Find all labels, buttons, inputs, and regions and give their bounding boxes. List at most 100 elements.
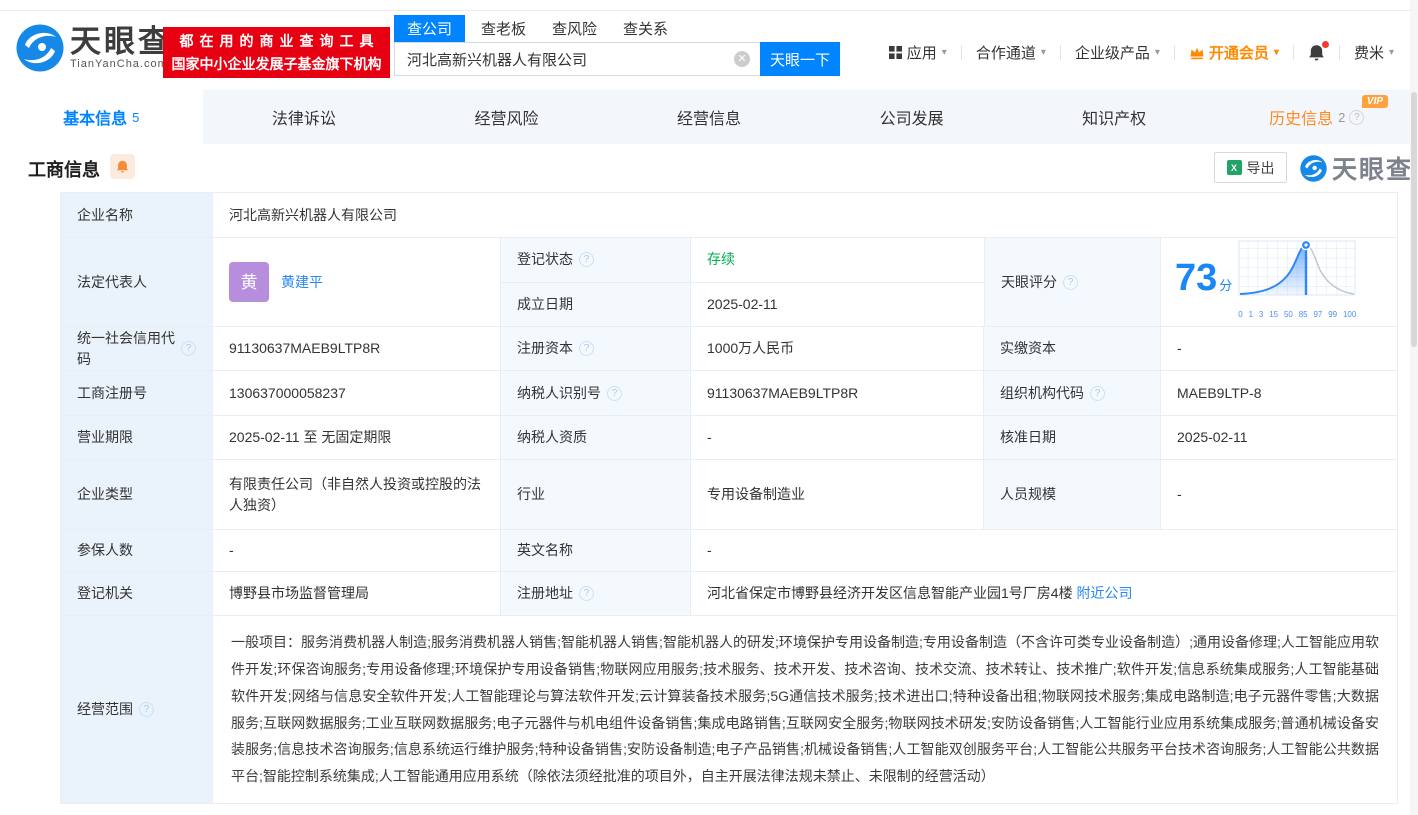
help-icon[interactable]: ?	[579, 252, 594, 268]
scrollbar-thumb[interactable]	[1411, 92, 1417, 347]
taxpayer-id-value: 91130637MAEB9LTP8R	[691, 371, 984, 415]
bell-icon	[116, 160, 129, 173]
notifications-button[interactable]	[1308, 41, 1329, 61]
field-label: 人员规模	[984, 460, 1161, 529]
caret-icon: ▾	[1154, 47, 1160, 58]
menu-partner[interactable]: 合作通道 ▾	[976, 42, 1046, 63]
search-tab-boss[interactable]: 查老板	[481, 15, 526, 42]
legal-rep-link[interactable]: 黄建平	[281, 272, 323, 293]
search-button[interactable]: 天眼一下	[760, 42, 840, 76]
help-icon[interactable]: ?	[1349, 109, 1365, 125]
logo-name: 天眼查	[70, 24, 172, 59]
help-icon[interactable]: ?	[1063, 274, 1078, 290]
field-label: 行业	[501, 460, 691, 529]
scrollbar[interactable]	[1410, 0, 1418, 815]
reg-authority-value: 博野县市场监督管理局	[213, 572, 501, 615]
menu-apps[interactable]: 应用 ▾	[888, 42, 947, 63]
brand-watermark: 天眼查	[1300, 150, 1413, 186]
business-scope-value: 一般项目：服务消费机器人制造;服务消费机器人销售;智能机器人销售;智能机器人的研…	[231, 634, 1379, 785]
help-icon[interactable]: ?	[139, 702, 154, 717]
company-type-value: 有限责任公司（非自然人投资或控股的法人独资）	[213, 460, 501, 529]
menu-enterprise[interactable]: 企业级产品 ▾	[1075, 42, 1160, 63]
menu-divider	[1292, 45, 1294, 60]
menu-divider	[1338, 45, 1340, 60]
slogan-banner: 都在用的商业查询工具 国家中小企业发展子基金旗下机构	[163, 27, 390, 78]
caret-icon: ▾	[1040, 47, 1046, 58]
english-name-value: -	[707, 542, 712, 558]
field-label: 统一社会信用代码?	[61, 327, 213, 370]
search-tab-relation[interactable]: 查关系	[623, 15, 668, 42]
slogan-line2: 国家中小企业发展子基金旗下机构	[171, 56, 382, 72]
tianyancha-logo[interactable]: 天眼查 TianYanCha.com	[16, 24, 172, 72]
search-tab-risk[interactable]: 查风险	[552, 15, 597, 42]
apps-grid-icon	[888, 46, 902, 59]
vip-badge: VIP	[1361, 95, 1389, 108]
caret-icon: ▾	[1388, 47, 1394, 58]
org-code-value: MAEB9LTP-8	[1177, 384, 1262, 401]
tab-legal-proceedings[interactable]: 法律诉讼	[203, 90, 406, 144]
taxpayer-quality-value: -	[691, 416, 984, 459]
brand-name: 天眼查	[1332, 156, 1414, 184]
search-area: 查公司 查老板 查风险 查关系 ✕ 天眼一下	[394, 15, 840, 76]
crown-icon	[1190, 47, 1204, 59]
help-icon[interactable]: ?	[1090, 385, 1105, 401]
help-icon[interactable]: ?	[579, 586, 594, 601]
help-icon[interactable]: ?	[579, 341, 594, 356]
menu-vip[interactable]: 开通会员 ▾	[1189, 42, 1279, 63]
field-label: 实缴资本	[984, 327, 1161, 370]
tab-count: 5	[132, 109, 140, 125]
field-label: 企业类型	[61, 460, 213, 529]
page: 天眼查 TianYanCha.com 都在用的商业查询工具 国家中小企业发展子基…	[0, 0, 1418, 815]
tab-intellectual-property[interactable]: 知识产权	[1013, 90, 1216, 144]
search-input[interactable]	[394, 42, 760, 76]
credit-code-value: 91130637MAEB9LTP8R	[213, 327, 501, 370]
search-tab-company[interactable]: 查公司	[394, 15, 466, 42]
paid-capital-value: -	[1177, 340, 1182, 356]
help-icon[interactable]: ?	[607, 385, 622, 401]
table-row: 登记机关 博野县市场监督管理局 注册地址? 河北省保定市博野县经济开发区信息智能…	[61, 572, 1397, 616]
staff-size-value: -	[1177, 486, 1182, 502]
reg-number-value: 130637000058237	[213, 371, 501, 415]
nearby-companies-link[interactable]: 附近公司	[1076, 583, 1132, 604]
search-tabs: 查公司 查老板 查风险 查关系	[394, 15, 840, 42]
export-button[interactable]: X 导出	[1214, 152, 1287, 183]
field-label: 营业期限	[61, 416, 213, 459]
user-menu[interactable]: 费米 ▾	[1354, 42, 1394, 63]
tab-history-info[interactable]: VIP 历史信息 2 ?	[1215, 90, 1418, 144]
business-info-table: 企业名称 河北高新兴机器人有限公司 法定代表人 黄 黄建平 登记状态? 存续 成…	[60, 192, 1398, 804]
company-name-value: 河北高新兴机器人有限公司	[229, 206, 397, 223]
caret-icon: ▾	[1273, 47, 1279, 58]
notification-dot	[1321, 41, 1329, 48]
field-label: 纳税人资质	[501, 416, 691, 459]
section-title: 工商信息	[28, 160, 100, 180]
field-label: 法定代表人	[61, 238, 213, 326]
field-label: 注册地址?	[501, 572, 691, 615]
table-row: 统一社会信用代码? 91130637MAEB9LTP8R 注册资本? 1000万…	[61, 327, 1397, 371]
tab-basic-info[interactable]: 基本信息 5	[0, 90, 203, 144]
logo-domain: TianYanCha.com	[70, 58, 168, 70]
menu-divider	[1059, 45, 1061, 60]
field-label: 登记机关	[61, 572, 213, 615]
tab-company-development[interactable]: 公司发展	[810, 90, 1013, 144]
monitor-bell-button[interactable]	[110, 154, 135, 179]
slogan-line1: 都在用的商业查询工具	[179, 33, 380, 49]
avatar[interactable]: 黄	[229, 262, 269, 302]
tab-operating-info[interactable]: 经营信息	[608, 90, 811, 144]
table-row: 参保人数 - 英文名称 -	[61, 530, 1397, 572]
field-label: 成立日期	[501, 282, 691, 326]
score-value: 73 分	[1175, 257, 1233, 299]
field-label: 企业名称	[61, 193, 213, 237]
excel-icon: X	[1226, 160, 1242, 175]
insured-count-value: -	[213, 530, 501, 571]
field-label: 纳税人识别号?	[501, 371, 691, 415]
reg-capital-value: 1000万人民币	[691, 327, 984, 370]
tab-count: 2	[1338, 109, 1346, 125]
table-row: 经营范围? 一般项目：服务消费机器人制造;服务消费机器人销售;智能机器人销售;智…	[61, 616, 1397, 804]
tianyancha-logo-icon	[1300, 154, 1327, 182]
field-label: 注册资本?	[501, 327, 691, 370]
menu-divider	[960, 45, 962, 60]
clear-icon[interactable]: ✕	[734, 51, 750, 67]
tab-operating-risk[interactable]: 经营风险	[405, 90, 608, 144]
help-icon[interactable]: ?	[181, 341, 196, 356]
field-label: 组织机构代码?	[984, 371, 1161, 415]
